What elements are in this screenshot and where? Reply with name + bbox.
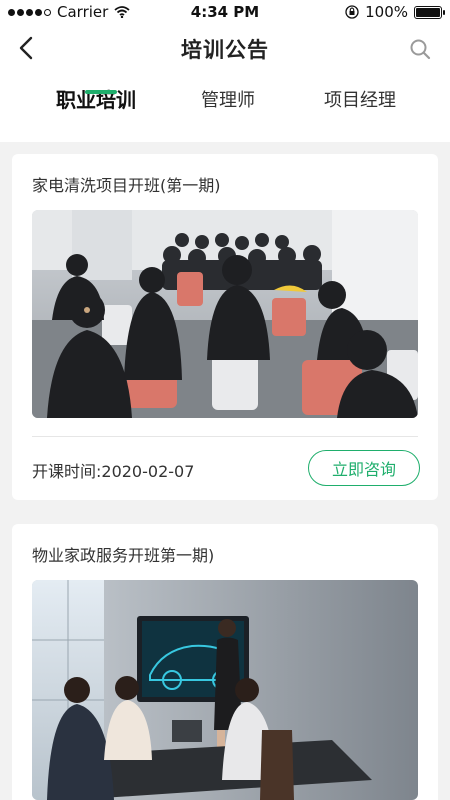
search-button[interactable] xyxy=(406,35,434,63)
orientation-lock-icon xyxy=(345,5,359,19)
wifi-icon xyxy=(114,6,130,18)
card-divider xyxy=(32,436,418,437)
tab-manager[interactable]: 管理师 xyxy=(201,86,255,112)
category-tabs: 职业培训 管理师 项目经理 xyxy=(0,74,450,142)
nav-bar: 培训公告 xyxy=(0,24,450,74)
status-right: 100% xyxy=(345,3,445,21)
classroom-training-photo xyxy=(32,210,418,418)
header: 培训公告 职业培训 管理师 项目经理 xyxy=(0,24,450,142)
search-icon xyxy=(410,39,431,60)
page-title: 培训公告 xyxy=(181,38,269,62)
course-card[interactable]: 物业家政服务开班第一期) xyxy=(12,524,438,800)
tab-project-manager[interactable]: 项目经理 xyxy=(324,86,396,112)
consult-button[interactable]: 立即咨询 xyxy=(308,450,420,486)
course-image xyxy=(32,580,418,800)
status-bar: Carrier 4:34 PM 100% xyxy=(0,0,450,24)
status-left: Carrier xyxy=(8,3,130,21)
carrier-label: Carrier xyxy=(57,3,109,21)
course-card[interactable]: 家电清洗项目开班(第一期) 开课时间:2020-02-07 立即咨询 xyxy=(12,154,438,500)
battery-icon xyxy=(414,5,445,19)
course-start-time: 开课时间:2020-02-07 xyxy=(32,462,195,481)
battery-percent: 100% xyxy=(365,3,408,21)
signal-icon xyxy=(8,8,51,16)
course-title: 物业家政服务开班第一期) xyxy=(32,546,215,565)
chevron-left-icon xyxy=(19,36,33,60)
active-tab-indicator xyxy=(85,90,117,94)
meeting-presentation-photo xyxy=(32,580,418,800)
course-image xyxy=(32,210,418,418)
tab-vocational-training[interactable]: 职业培训 xyxy=(56,84,136,113)
course-title: 家电清洗项目开班(第一期) xyxy=(32,176,221,195)
back-button[interactable] xyxy=(12,34,40,62)
